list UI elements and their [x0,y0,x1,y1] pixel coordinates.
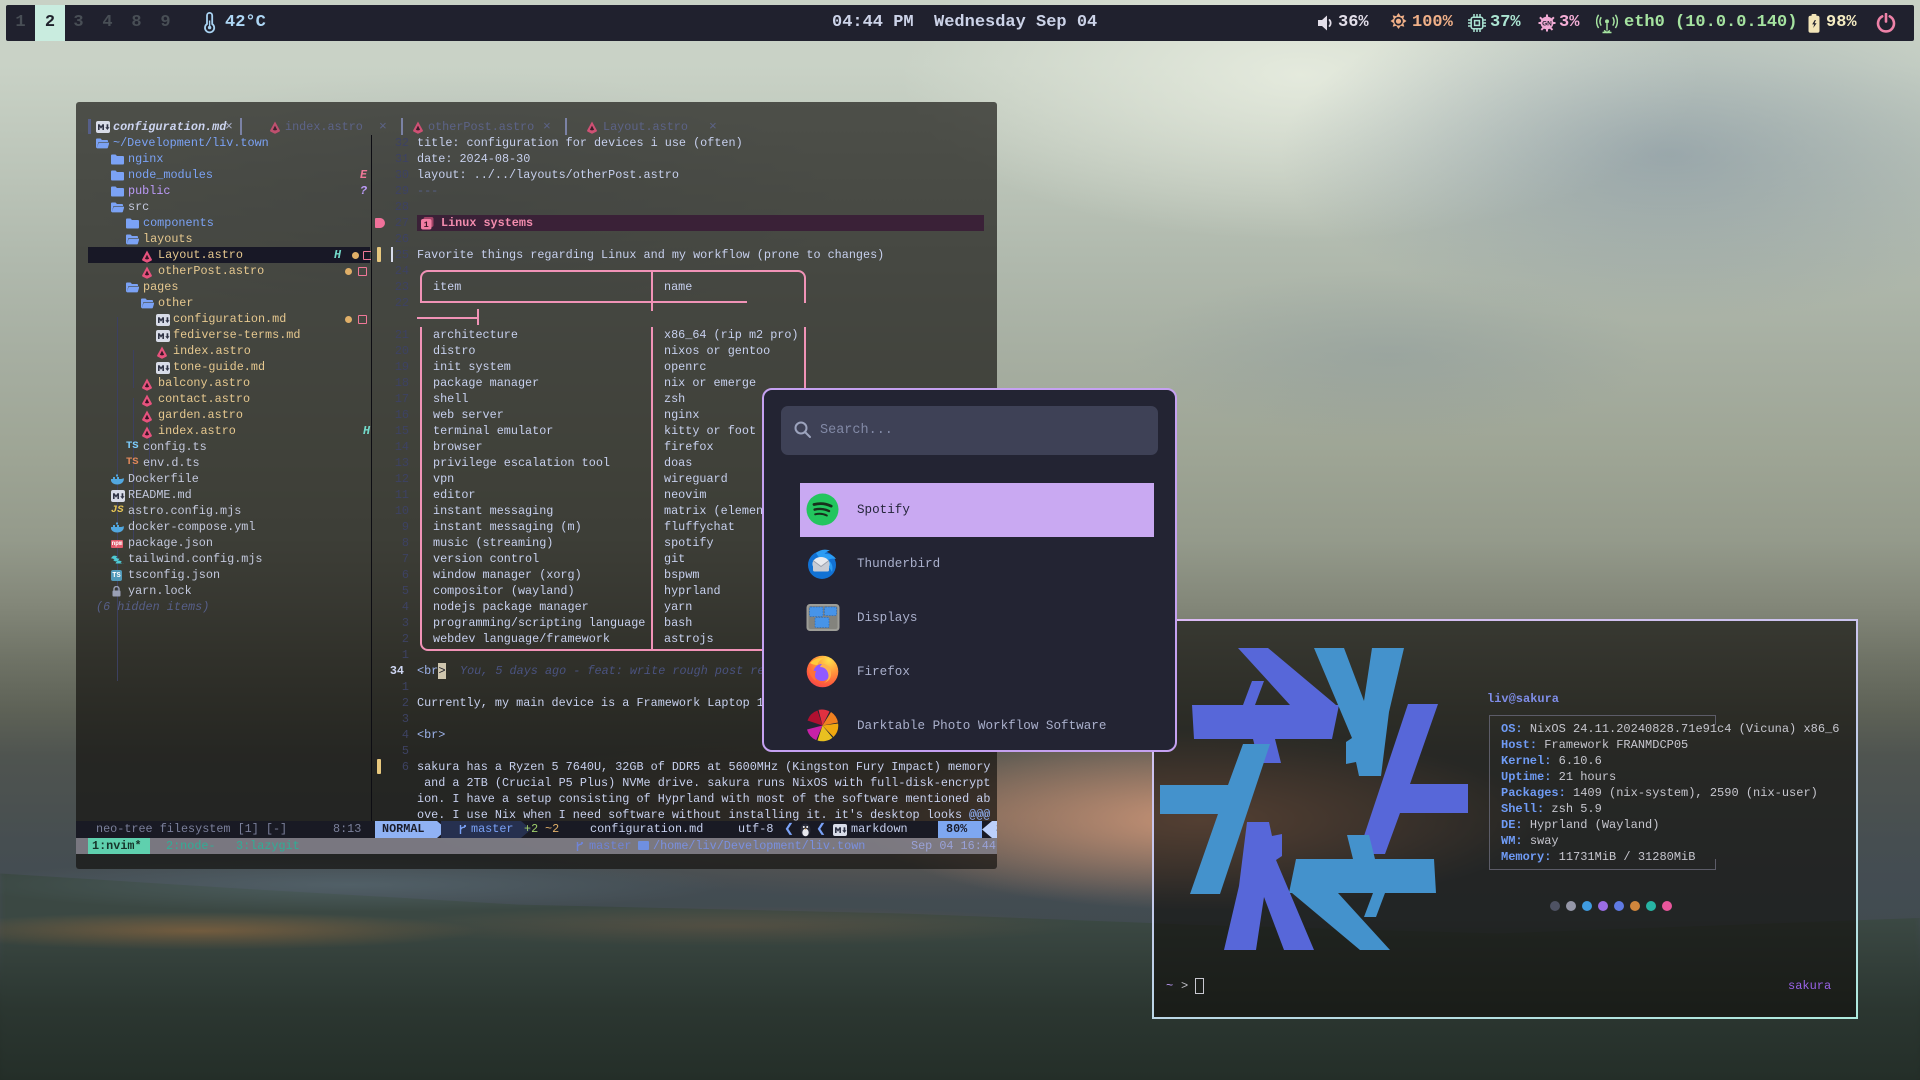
svg-text:GN: GN [1542,21,1552,28]
svg-text:1: 1 [424,220,429,230]
